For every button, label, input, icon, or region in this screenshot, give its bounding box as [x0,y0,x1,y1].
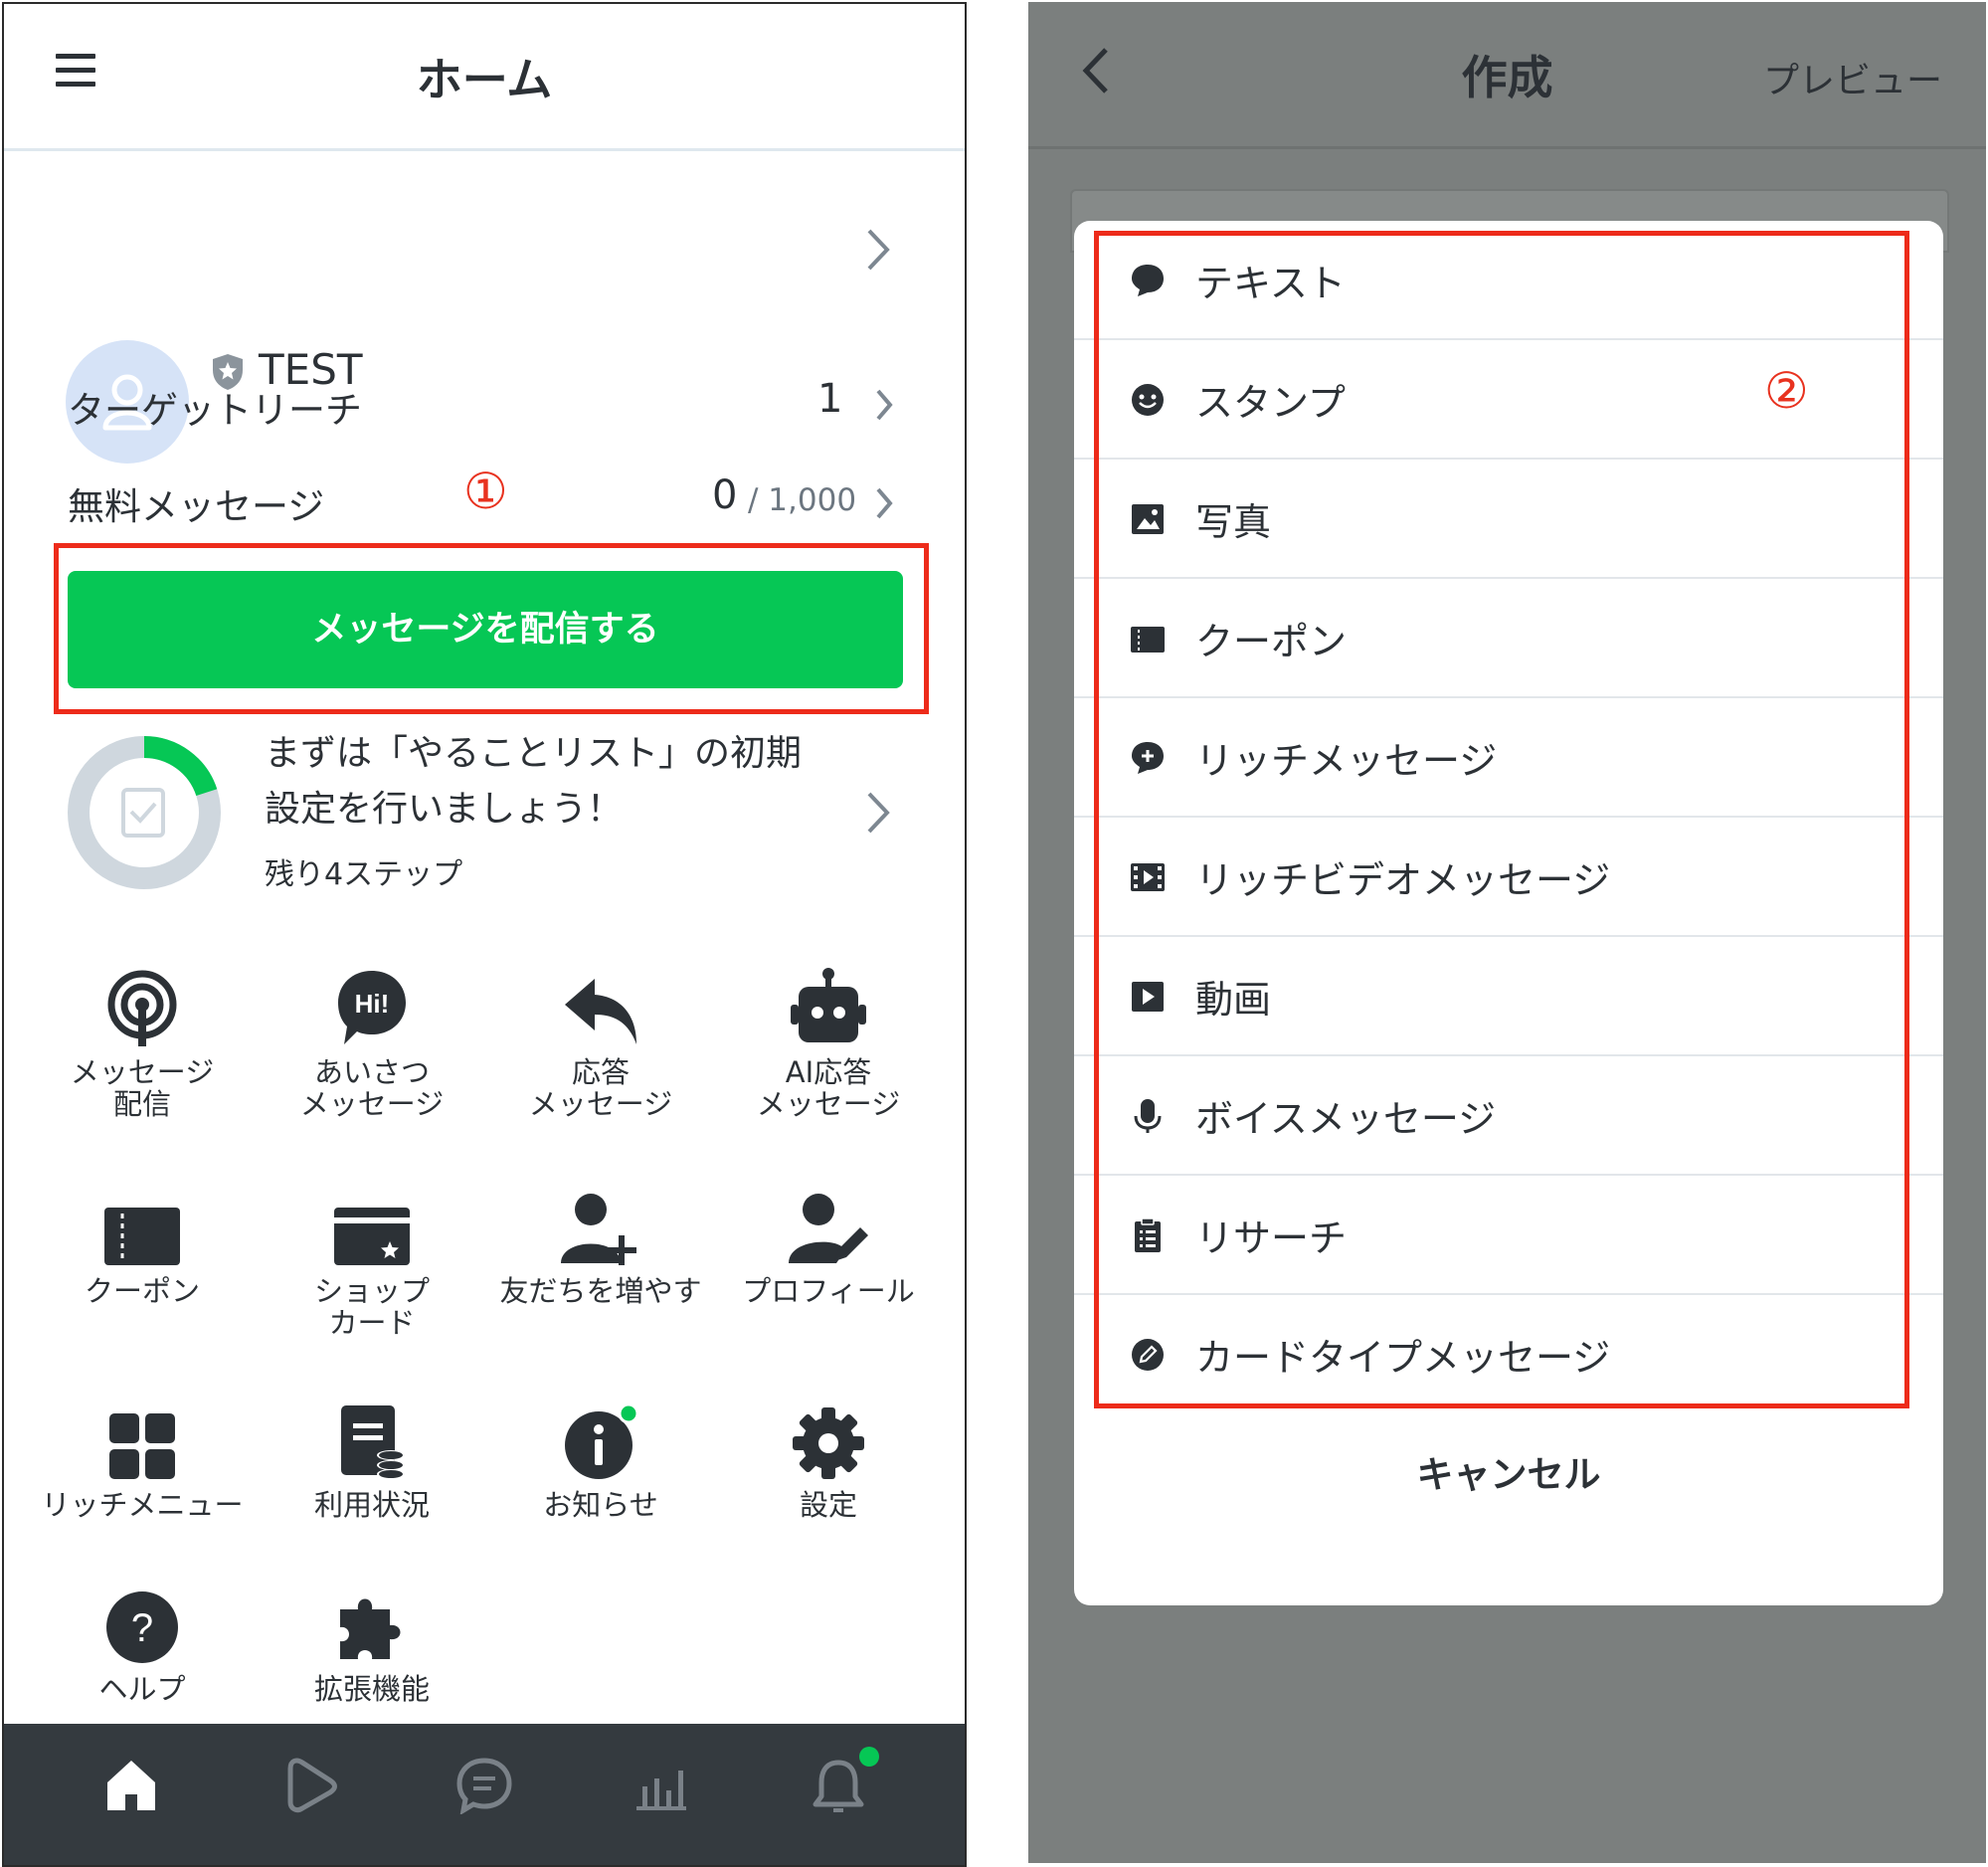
todo-row[interactable]: まずは「やることリスト」の初期 設定を行いましょう！ 残り4ステップ [4,728,965,897]
chevron-right-icon [876,389,893,421]
help-icon: ? [106,1591,178,1663]
rich-menu-icon [109,1413,175,1479]
grid-label: メッセージ 配信 [70,1055,215,1121]
grid-item-broadcast[interactable]: メッセージ 配信 [28,959,257,1120]
chevron-right-icon [867,229,890,271]
grid-label: AI応答 メッセージ [756,1055,901,1121]
timeline-icon[interactable] [280,1757,338,1814]
grid-item-coupon[interactable]: クーポン [28,1178,257,1307]
home-header: ホーム [4,4,965,151]
chevron-right-icon [867,792,890,834]
svg-text:Hi!: Hi! [355,989,390,1019]
grid-item-add-friends[interactable]: 友だちを増やす [486,1178,715,1307]
greeting-hi-icon: Hi! [338,971,406,1044]
settings-gear-icon [793,1407,864,1479]
cancel-button[interactable]: キャンセル [1074,1444,1943,1498]
usage-icon [341,1405,405,1479]
grid-label: プロフィール [742,1274,915,1308]
add-friend-icon [561,1194,636,1265]
info-icon [565,1403,639,1479]
preview-button[interactable]: プレビュー [1763,52,1942,103]
notification-bell-icon[interactable] [810,1757,867,1814]
grid-label: あいさつ メッセージ [299,1055,445,1121]
todo-progress-ring [68,736,221,889]
grid-label: 利用状況 [313,1488,430,1522]
todo-line-1: まずは「やることリスト」の初期 [265,733,803,774]
grid-label: 設定 [799,1488,857,1522]
grid-label: 友だちを増やす [499,1274,702,1308]
send-message-button[interactable]: メッセージを配信する [68,571,903,688]
annotation-1: ① [463,463,508,520]
broadcast-icon [107,970,177,1046]
analytics-icon[interactable] [633,1757,690,1814]
grid-item-usage[interactable]: 利用状況 [258,1392,486,1521]
notification-dot [859,1747,879,1767]
robot-icon [791,968,866,1042]
home-icon[interactable] [103,1757,159,1814]
extension-puzzle-icon [340,1598,401,1659]
annotation-2: ② [1764,362,1809,420]
grid-item-rich-menu[interactable]: リッチメニュー [28,1392,257,1521]
grid-label: ショップ カード [313,1274,430,1340]
checklist-doc-icon [121,788,165,838]
grid-item-ai-reply[interactable]: AI応答 メッセージ [714,959,943,1120]
grid-label: ヘルプ [98,1672,186,1706]
grid-item-news[interactable]: お知らせ [486,1392,715,1521]
grid-item-help[interactable]: ? ヘルプ [28,1576,257,1705]
reply-icon [565,979,636,1044]
free-message-label: 無料メッセージ [68,485,325,528]
shop-card-icon [334,1208,410,1265]
grid-item-settings[interactable]: 設定 [714,1392,943,1521]
todo-remaining: 残り4ステップ [265,857,463,892]
grid-label: 拡張機能 [313,1672,430,1706]
grid-item-greeting[interactable]: Hi! あいさつ メッセージ [258,959,486,1120]
grid-item-auto-reply[interactable]: 応答 メッセージ [486,959,715,1120]
create-header: 作成 プレビュー [1028,2,1986,149]
free-message-used: 0 [712,472,738,518]
grid-label: 応答 メッセージ [528,1055,673,1121]
grid-item-shop-card[interactable]: ショップ カード [258,1178,486,1339]
target-reach-row[interactable]: ターゲットリーチ 1 [4,372,965,442]
chevron-right-icon [876,487,893,519]
todo-line-2: 設定を行いましょう！ [265,789,624,830]
svg-text:?: ? [131,1606,153,1650]
grid-label: リッチメニュー [41,1488,244,1522]
account-row[interactable]: TEST [4,153,965,464]
page-title: ホーム [416,53,553,106]
target-reach-label: ターゲットリーチ [68,389,362,432]
free-message-limit: / 1,000 [748,482,857,518]
grid-item-profile[interactable]: プロフィール [714,1178,943,1307]
home-screen: ホーム TEST ターゲットリーチ 1 無料メッセージ ① 0 / 1,000 [2,2,967,1867]
grid-label: クーポン [84,1274,200,1308]
target-reach-value: 1 [817,376,843,422]
grid-label: お知らせ [543,1488,658,1522]
create-screen: 作成 プレビュー テキスト スタンプ 写真 クーポン リッチメッセージ リッチビ… [1028,2,1986,1863]
coupon-icon [104,1208,180,1265]
chat-icon[interactable] [455,1757,513,1814]
profile-edit-icon [789,1194,868,1263]
grid-item-extensions[interactable]: 拡張機能 [258,1576,486,1705]
free-message-row[interactable]: 無料メッセージ ① 0 / 1,000 [4,463,965,536]
